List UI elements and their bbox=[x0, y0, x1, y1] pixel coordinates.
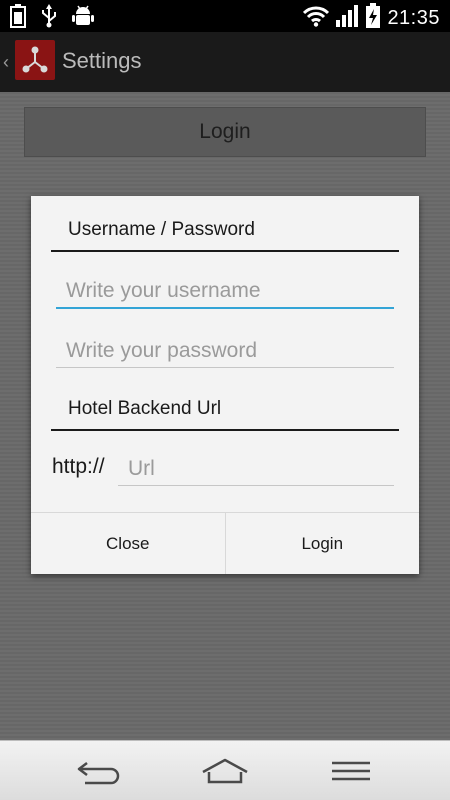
login-button[interactable]: Login bbox=[224, 513, 420, 574]
url-input[interactable] bbox=[118, 452, 394, 486]
status-time: 21:35 bbox=[387, 7, 440, 29]
home-icon[interactable] bbox=[199, 755, 251, 787]
battery-charging-icon bbox=[365, 3, 381, 34]
username-input[interactable] bbox=[56, 275, 394, 309]
close-button[interactable]: Close bbox=[31, 513, 225, 574]
signal-icon bbox=[335, 5, 359, 32]
app-logo-icon[interactable] bbox=[15, 40, 55, 80]
credentials-section-header: Username / Password bbox=[51, 212, 399, 252]
menu-icon[interactable] bbox=[325, 755, 377, 787]
android-debug-icon bbox=[72, 4, 94, 33]
back-icon[interactable] bbox=[73, 755, 125, 787]
password-input[interactable] bbox=[56, 334, 394, 368]
status-bar: 21:35 bbox=[0, 0, 450, 32]
login-dialog: Username / Password Hotel Backend Url ht… bbox=[31, 196, 419, 574]
usb-icon bbox=[40, 4, 58, 33]
url-prefix-label: http:// bbox=[52, 455, 105, 478]
action-bar-title: Settings bbox=[62, 48, 142, 73]
battery-full-icon bbox=[10, 4, 26, 33]
background-login-button[interactable]: Login bbox=[24, 107, 426, 157]
up-chevron-icon[interactable]: ‹ bbox=[3, 52, 9, 73]
action-bar: ‹ Settings bbox=[0, 32, 450, 92]
dialog-button-bar: Close Login bbox=[31, 512, 419, 574]
navigation-bar bbox=[0, 740, 450, 800]
backend-section-header: Hotel Backend Url bbox=[51, 391, 399, 431]
wifi-icon bbox=[303, 5, 330, 32]
